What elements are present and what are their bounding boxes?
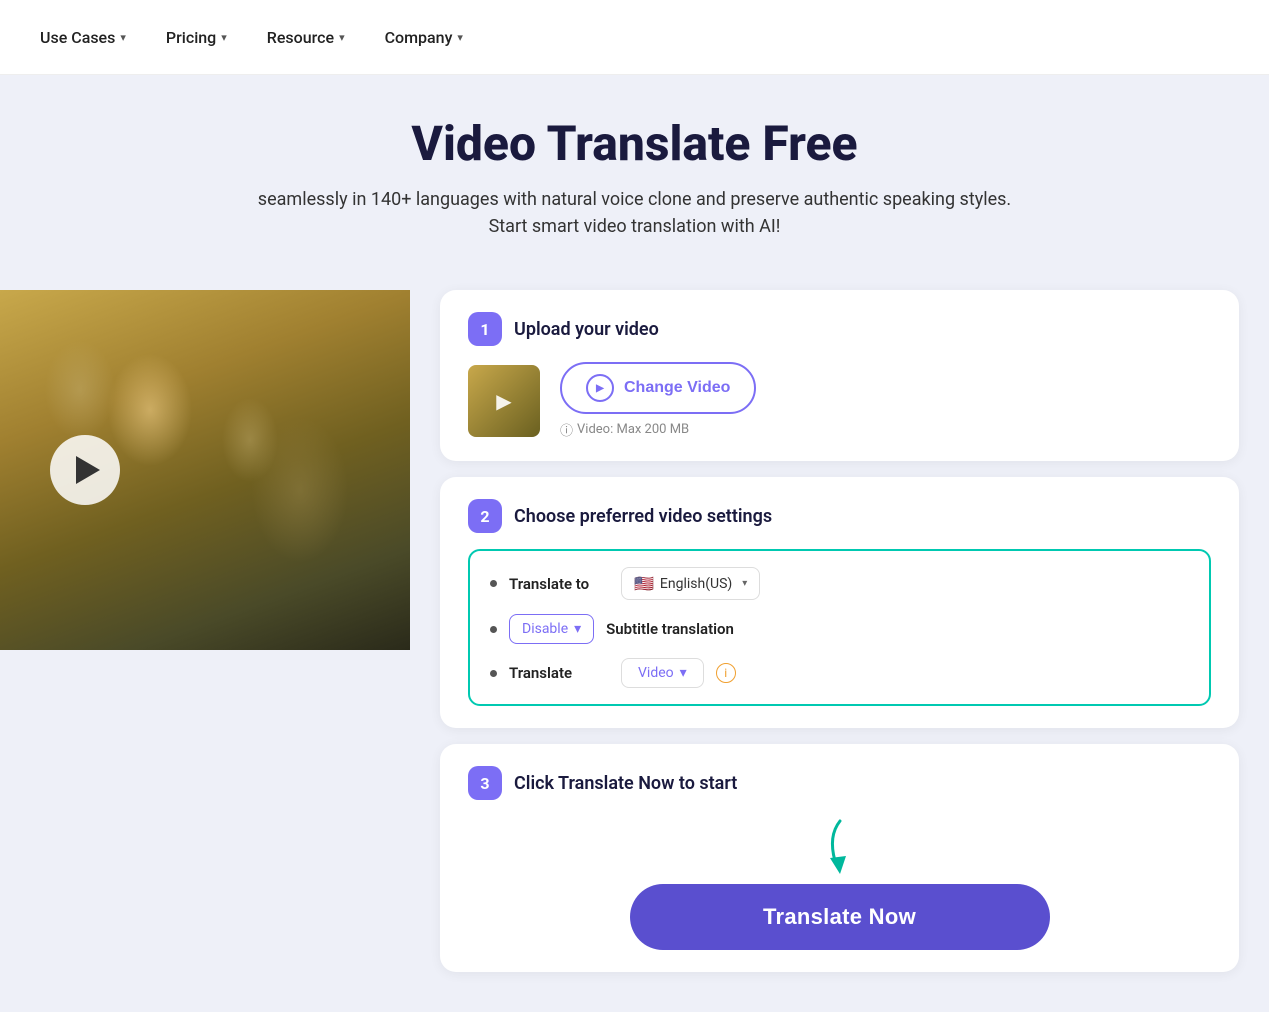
- page-title: Video Translate Free: [20, 115, 1249, 172]
- chevron-down-icon: ▾: [221, 31, 227, 44]
- step2-title: Choose preferred video settings: [514, 506, 772, 527]
- play-icon: ▶: [586, 374, 614, 402]
- disable-label: Disable: [522, 621, 568, 637]
- step3-card: 3 Click Translate Now to start Translate…: [440, 744, 1239, 972]
- translate-to-row: Translate to 🇺🇸 English(US) ▾: [490, 567, 1189, 600]
- dot-icon: [490, 580, 497, 587]
- info-circle-icon: ⓘ: [560, 420, 573, 439]
- step1-card: 1 Upload your video ▶ Change Video ⓘ Vid…: [440, 290, 1239, 461]
- step3-title: Click Translate Now to start: [514, 773, 737, 794]
- translate-now-button[interactable]: Translate Now: [630, 884, 1050, 950]
- arrow-pointer: [820, 816, 860, 876]
- step2-badge: 2: [468, 499, 502, 533]
- video-info: ⓘ Video: Max 200 MB: [560, 420, 756, 439]
- video-type-select[interactable]: Video ▾: [621, 658, 704, 688]
- step3-badge: 3: [468, 766, 502, 800]
- change-video-label: Change Video: [624, 379, 730, 397]
- hero-section: Video Translate Free seamlessly in 140+ …: [0, 75, 1269, 290]
- nav-label-use-cases: Use Cases: [40, 28, 115, 47]
- change-video-button[interactable]: ▶ Change Video: [560, 362, 756, 414]
- nav-label-pricing: Pricing: [166, 28, 216, 47]
- translate-to-label: Translate to: [509, 575, 609, 593]
- info-icon[interactable]: i: [716, 663, 736, 683]
- video-option-label: Video: [638, 665, 674, 681]
- step3-header: 3 Click Translate Now to start: [468, 766, 1211, 800]
- language-value: English(US): [660, 576, 732, 592]
- translate-label: Translate: [509, 664, 609, 682]
- step3-content: Translate Now: [468, 816, 1211, 950]
- video-overlay: [0, 290, 410, 650]
- dot-icon: [490, 626, 497, 633]
- navbar: Use Cases ▾ Pricing ▾ Resource ▾ Company…: [0, 0, 1269, 75]
- hero-subtitle: seamlessly in 140+ languages with natura…: [245, 186, 1025, 240]
- video-thumbnail: [468, 365, 540, 437]
- step1-header: 1 Upload your video: [468, 312, 1211, 346]
- settings-box: Translate to 🇺🇸 English(US) ▾ Disable ▾ …: [468, 549, 1211, 706]
- chevron-down-icon: ▾: [680, 665, 687, 681]
- video-play-button[interactable]: [50, 435, 120, 505]
- chevron-down-icon: ▾: [120, 31, 126, 44]
- step2-header: 2 Choose preferred video settings: [468, 499, 1211, 533]
- step2-card: 2 Choose preferred video settings Transl…: [440, 477, 1239, 728]
- arrow-svg: [820, 816, 860, 876]
- nav-item-company[interactable]: Company ▾: [385, 28, 463, 47]
- subtitle-row: Disable ▾ Subtitle translation: [490, 614, 1189, 644]
- nav-item-resource[interactable]: Resource ▾: [267, 28, 345, 47]
- chevron-down-icon: ▾: [339, 31, 345, 44]
- nav-item-use-cases[interactable]: Use Cases ▾: [40, 28, 126, 47]
- nav-item-pricing[interactable]: Pricing ▾: [166, 28, 227, 47]
- step1-title: Upload your video: [514, 319, 659, 340]
- step1-badge: 1: [468, 312, 502, 346]
- video-info-text: Video: Max 200 MB: [577, 422, 689, 437]
- main-layout: 1 Upload your video ▶ Change Video ⓘ Vid…: [0, 290, 1269, 1012]
- subtitle-translation-label: Subtitle translation: [606, 620, 734, 638]
- video-preview-panel: [0, 290, 410, 650]
- chevron-down-icon: ▾: [457, 31, 463, 44]
- right-panel: 1 Upload your video ▶ Change Video ⓘ Vid…: [440, 290, 1269, 972]
- chevron-down-icon: ▾: [574, 621, 581, 637]
- chevron-down-icon: ▾: [742, 578, 747, 589]
- upload-area: ▶ Change Video ⓘ Video: Max 200 MB: [468, 362, 1211, 439]
- translate-video-row: Translate Video ▾ i: [490, 658, 1189, 688]
- nav-label-company: Company: [385, 28, 453, 47]
- nav-label-resource: Resource: [267, 28, 334, 47]
- flag-icon: 🇺🇸: [634, 574, 654, 593]
- subtitle-disable-select[interactable]: Disable ▾: [509, 614, 594, 644]
- language-select[interactable]: 🇺🇸 English(US) ▾: [621, 567, 760, 600]
- dot-icon: [490, 670, 497, 677]
